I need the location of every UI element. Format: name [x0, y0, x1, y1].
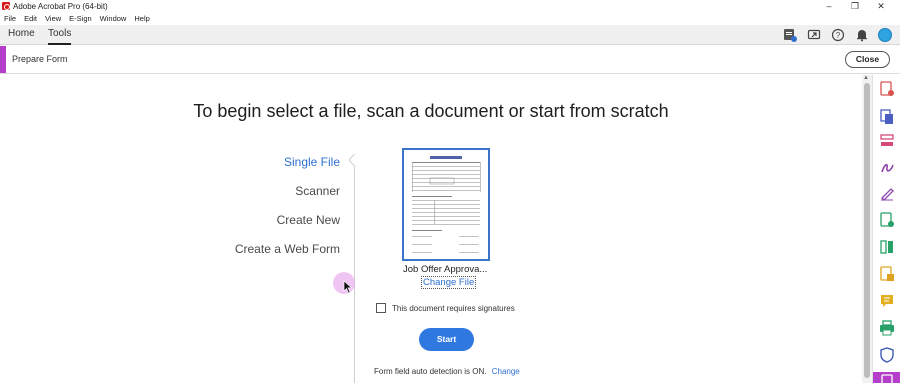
mouse-pointer-icon: [343, 280, 353, 294]
create-pdf-icon[interactable]: [782, 27, 798, 43]
menu-esign[interactable]: E-Sign: [69, 13, 92, 25]
scroll-up-arrow-icon[interactable]: ▲: [863, 75, 869, 81]
nav-create-web-form[interactable]: Create a Web Form: [235, 242, 340, 256]
nav-divider: [354, 155, 355, 383]
file-thumbnail[interactable]: [402, 148, 490, 261]
help-icon[interactable]: ?: [830, 27, 846, 43]
main-panel: To begin select a file, scan a document …: [0, 75, 862, 383]
tool-header: Prepare Form Close: [0, 46, 900, 74]
tool-title: Prepare Form: [12, 54, 68, 64]
file-name: Job Offer Approva...: [403, 264, 488, 275]
tabs-bar: Home Tools ?: [0, 25, 900, 45]
vertical-scrollbar[interactable]: ▲: [862, 75, 872, 383]
signature-option[interactable]: This document requires signatures: [376, 303, 515, 313]
combine-files-icon[interactable]: [879, 109, 895, 125]
tab-tools[interactable]: Tools: [48, 25, 72, 45]
svg-text:?: ?: [836, 31, 841, 40]
prepare-form-icon[interactable]: [873, 372, 900, 383]
request-signatures-icon[interactable]: [879, 159, 895, 175]
signature-checkbox[interactable]: [376, 303, 386, 313]
compare-files-icon[interactable]: [879, 239, 895, 255]
tool-accent-bar: [0, 46, 6, 73]
menu-bar: File Edit View E-Sign Window Help: [0, 13, 150, 25]
window-title: Adobe Acrobat Pro (64-bit): [13, 1, 108, 11]
signature-checkbox-label: This document requires signatures: [392, 303, 515, 313]
protect-icon[interactable]: [879, 347, 895, 363]
start-button[interactable]: Start: [419, 328, 474, 351]
change-file-link[interactable]: Change File: [421, 276, 477, 289]
nav-single-file[interactable]: Single File: [284, 155, 340, 169]
edit-pdf-icon[interactable]: [879, 266, 895, 282]
autodetect-status: Form field auto detection is ON. Change: [374, 367, 520, 376]
fill-sign-icon[interactable]: [879, 185, 895, 201]
autodetect-text: Form field auto detection is ON.: [374, 367, 487, 376]
print-production-icon[interactable]: [879, 320, 895, 336]
scroll-thumb[interactable]: [864, 83, 870, 378]
account-avatar[interactable]: [878, 28, 892, 42]
close-window-button[interactable]: ✕: [868, 0, 894, 12]
create-pdf-icon[interactable]: [879, 212, 895, 228]
top-toolbar-icons: ?: [782, 27, 892, 43]
menu-edit[interactable]: Edit: [24, 13, 37, 25]
page-heading: To begin select a file, scan a document …: [193, 101, 669, 121]
close-tool-button[interactable]: Close: [845, 51, 890, 68]
acrobat-logo-icon: [2, 2, 10, 10]
document-preview-icon: [412, 156, 481, 253]
menu-file[interactable]: File: [4, 13, 16, 25]
menu-view[interactable]: View: [45, 13, 61, 25]
comment-icon[interactable]: [879, 293, 895, 309]
nav-create-new[interactable]: Create New: [277, 213, 340, 227]
bell-icon[interactable]: [854, 27, 870, 43]
tools-rail: [872, 75, 900, 383]
share-icon[interactable]: [806, 27, 822, 43]
minimize-button[interactable]: –: [816, 0, 842, 12]
title-bar: Adobe Acrobat Pro (64-bit) – ❐ ✕: [0, 0, 900, 12]
window-controls: – ❐ ✕: [816, 0, 894, 12]
maximize-button[interactable]: ❐: [842, 0, 868, 12]
export-pdf-icon[interactable]: [879, 81, 895, 97]
menu-window[interactable]: Window: [100, 13, 127, 25]
menu-help[interactable]: Help: [134, 13, 149, 25]
selection-notch: [348, 154, 360, 166]
organize-pages-icon[interactable]: [879, 133, 895, 149]
tab-home[interactable]: Home: [8, 25, 35, 45]
nav-scanner[interactable]: Scanner: [295, 184, 340, 198]
autodetect-change-link[interactable]: Change: [492, 367, 520, 376]
